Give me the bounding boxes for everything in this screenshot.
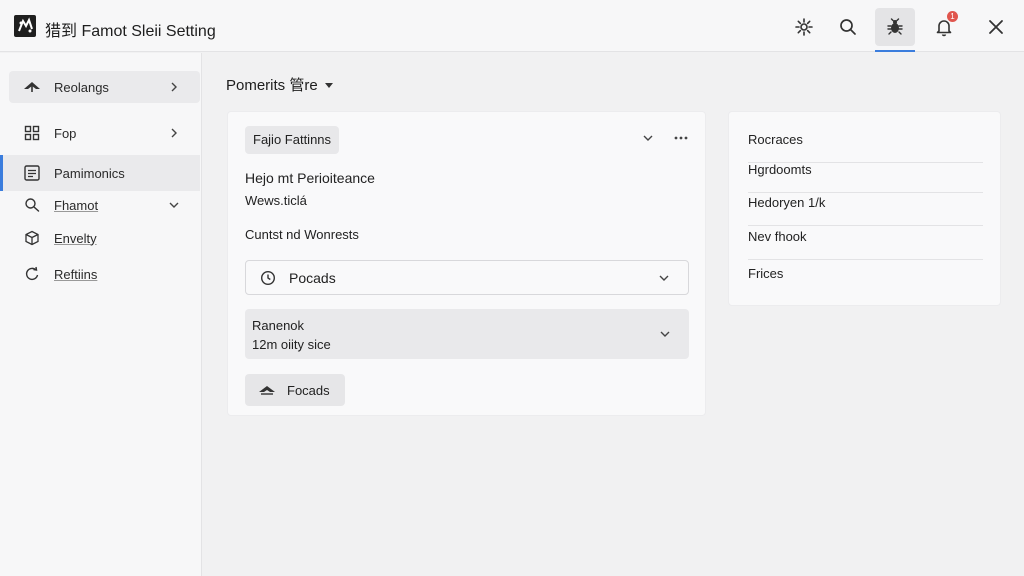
chevron-down-icon xyxy=(168,199,180,211)
card-heading: Hejo mt Perioiteance xyxy=(245,170,375,186)
more-horizontal-icon xyxy=(674,136,688,140)
gear-icon xyxy=(795,18,813,36)
chevron-down-icon xyxy=(643,135,653,141)
side-list-item[interactable]: Hedoryen 1/k xyxy=(748,193,983,226)
sidebar-item-label: Pamimonics xyxy=(54,165,125,181)
side-list-item[interactable]: Hgrdoomts xyxy=(748,160,983,193)
notification-badge: 1 xyxy=(947,11,958,22)
bug-button[interactable] xyxy=(875,8,915,52)
sidebar-item-label: Fhamot xyxy=(54,197,99,213)
breadcrumb[interactable]: Pomerits 管re xyxy=(226,74,334,95)
sidebar-item-label: Envelty xyxy=(54,230,97,246)
document-list-icon xyxy=(23,164,41,182)
dropdown-pocads[interactable]: Pocads xyxy=(245,260,689,295)
sidebar-item-reolangs[interactable]: Reolangs xyxy=(9,71,200,103)
breadcrumb-label: Pomerits 管re xyxy=(226,77,318,94)
chevron-down-icon xyxy=(659,328,671,340)
airplane-icon xyxy=(259,386,275,395)
side-list-item[interactable]: Rocraces xyxy=(748,130,983,163)
airplane-icon xyxy=(23,78,41,96)
app-logo-icon xyxy=(14,15,36,37)
main-card: Fajio Fattinns Hejo mt Perioiteance Wews… xyxy=(227,111,706,416)
sidebar-item-envelty[interactable]: Envelty xyxy=(9,222,200,254)
caret-down-icon xyxy=(324,82,333,88)
grid-icon xyxy=(23,124,41,142)
sidebar: Reolangs Fop Pamimonics Fhamot Envelty R… xyxy=(0,53,202,576)
clock-icon xyxy=(260,270,276,286)
notifications-button[interactable]: 1 xyxy=(924,8,964,46)
chevron-down-icon xyxy=(658,272,670,284)
more-options-button[interactable] xyxy=(669,126,693,150)
button-label: Focads xyxy=(287,383,330,398)
sidebar-item-fhamot[interactable]: Fhamot xyxy=(9,189,200,221)
sidebar-item-fop[interactable]: Fop xyxy=(9,117,200,149)
search-button[interactable] xyxy=(828,8,868,46)
search-icon xyxy=(23,196,41,214)
card-subtext: Wews.ticlá xyxy=(245,193,307,208)
chevron-right-icon xyxy=(168,127,180,139)
collapse-button[interactable] xyxy=(636,126,660,150)
side-list-item[interactable]: Nev fhook xyxy=(748,227,983,260)
side-card: Rocraces Hgrdoomts Hedoryen 1/k Nev fhoo… xyxy=(728,111,1001,306)
dropdown-title: Ranenok xyxy=(252,318,305,333)
close-icon xyxy=(989,20,1003,34)
bug-icon xyxy=(887,18,903,35)
sidebar-item-label: Fop xyxy=(54,125,77,141)
search-icon xyxy=(840,19,856,35)
section-label: Cuntst nd Wonrests xyxy=(245,227,359,242)
refresh-icon xyxy=(23,265,41,283)
dropdown-ranenok[interactable]: Ranenok 12m oiity sice xyxy=(245,309,689,359)
sidebar-item-reftiins[interactable]: Reftiins xyxy=(9,258,200,290)
sidebar-item-label: Reftiins xyxy=(54,266,98,282)
settings-gear-button[interactable] xyxy=(784,8,824,46)
side-list-item[interactable]: Frices xyxy=(748,264,983,297)
title-bar: 猎到 Famot Sleii Setting 1 xyxy=(0,0,1024,52)
close-button[interactable] xyxy=(976,8,1016,46)
sidebar-item-label: Reolangs xyxy=(54,79,109,95)
cube-icon xyxy=(23,229,41,247)
focads-button[interactable]: Focads xyxy=(245,374,345,406)
chevron-right-icon xyxy=(168,81,180,93)
dropdown-subtitle: 12m oiity sice xyxy=(252,337,331,352)
section-chip[interactable]: Fajio Fattinns xyxy=(245,126,340,154)
sidebar-item-pamimonics[interactable]: Pamimonics xyxy=(0,155,200,191)
dropdown-value: Pocads xyxy=(289,270,336,286)
window-title: 猎到 Famot Sleii Setting xyxy=(45,23,216,40)
